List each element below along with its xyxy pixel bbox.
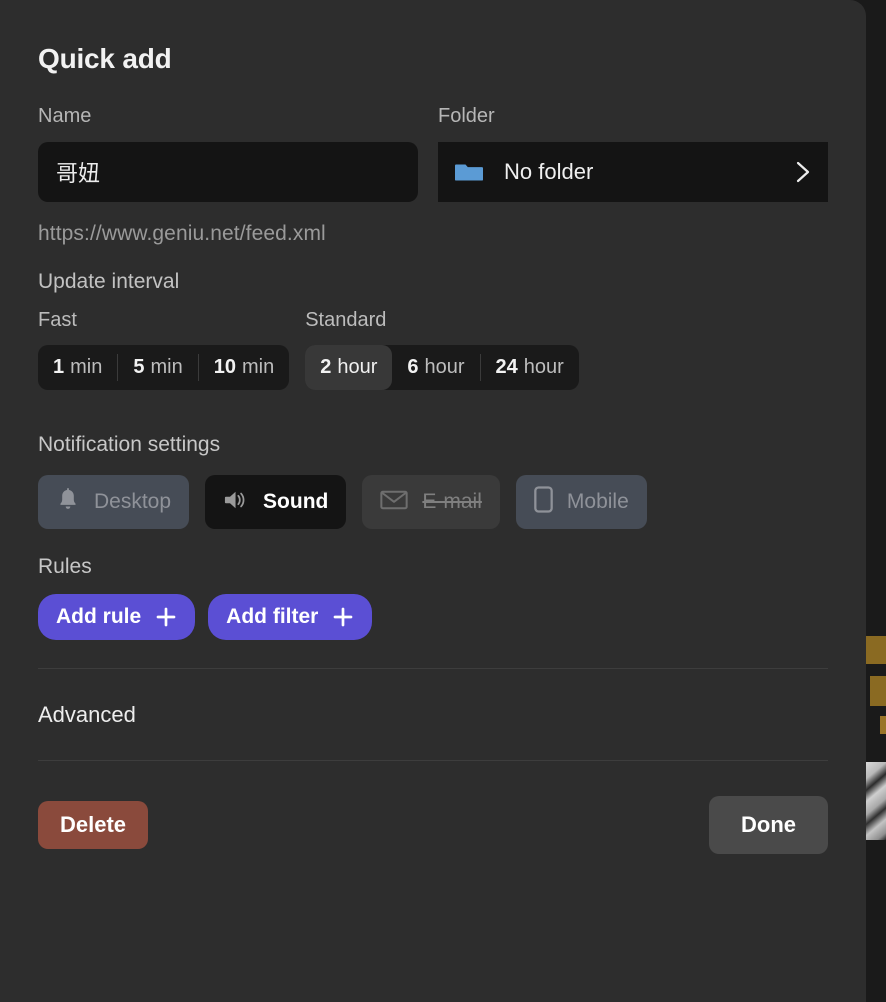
interval-unit: hour bbox=[337, 356, 378, 378]
interval-num: 5 bbox=[133, 356, 145, 378]
background-artifact bbox=[866, 636, 886, 664]
notification-label: Mobile bbox=[566, 490, 629, 513]
interval-group-standard: Standard 2 hour 6 hour 24 hour bbox=[305, 309, 579, 390]
interval-unit: min bbox=[241, 356, 275, 378]
feed-url: https://www.geniu.net/feed.xml bbox=[38, 222, 326, 245]
update-interval-label: Update interval bbox=[38, 270, 180, 293]
speaker-icon bbox=[223, 488, 249, 517]
bell-icon bbox=[56, 487, 80, 518]
chevron-right-icon bbox=[792, 159, 814, 185]
interval-unit: min bbox=[150, 356, 183, 378]
page-title: Quick add bbox=[38, 43, 172, 74]
phone-icon bbox=[534, 486, 553, 518]
notification-toggle-desktop[interactable]: Desktop bbox=[38, 475, 190, 529]
interval-unit: min bbox=[70, 356, 103, 378]
interval-num: 6 bbox=[407, 356, 419, 378]
notification-toggle-mobile[interactable]: Mobile bbox=[515, 475, 647, 529]
dialog-footer: Delete Done bbox=[38, 796, 828, 854]
name-field-group: Name bbox=[38, 105, 418, 202]
interval-segmented-standard: 2 hour 6 hour 24 hour bbox=[305, 345, 579, 390]
name-label: Name bbox=[38, 105, 92, 127]
interval-group-fast: Fast 1 min 5 min 10 min bbox=[38, 309, 290, 390]
advanced-section-toggle[interactable]: Advanced bbox=[38, 669, 828, 760]
interval-group-standard-label: Standard bbox=[305, 309, 387, 331]
interval-option-1-min[interactable]: 1 min bbox=[38, 345, 117, 390]
name-input[interactable] bbox=[38, 142, 418, 202]
add-rule-label: Add rule bbox=[56, 605, 142, 628]
background-artifact bbox=[880, 716, 886, 734]
add-filter-button[interactable]: Add filter bbox=[208, 594, 373, 640]
interval-unit: hour bbox=[523, 356, 564, 378]
background-thumbnail bbox=[866, 762, 886, 840]
name-folder-row: Name Folder No folder bbox=[38, 105, 828, 202]
plus-icon bbox=[332, 606, 354, 628]
update-interval-groups: Fast 1 min 5 min 10 min Standard 2 hour … bbox=[38, 309, 828, 390]
notification-label: E-mail bbox=[422, 490, 482, 513]
interval-option-10-min[interactable]: 10 min bbox=[199, 345, 289, 390]
interval-num: 10 bbox=[213, 356, 236, 378]
interval-num: 24 bbox=[495, 356, 518, 378]
interval-segmented-fast: 1 min 5 min 10 min bbox=[38, 345, 290, 390]
section-divider-bottom bbox=[38, 760, 828, 761]
delete-button[interactable]: Delete bbox=[38, 801, 149, 849]
notification-settings-label: Notification settings bbox=[38, 433, 221, 456]
interval-unit: hour bbox=[424, 356, 465, 378]
interval-group-fast-label: Fast bbox=[38, 309, 77, 331]
quick-add-dialog: Quick add Name Folder No folder bbox=[0, 0, 866, 1002]
rules-buttons-row: Add rule Add filter bbox=[38, 594, 828, 640]
folder-field-group: Folder No folder bbox=[438, 105, 828, 202]
interval-option-2-hour[interactable]: 2 hour bbox=[305, 345, 393, 390]
envelope-icon bbox=[380, 489, 409, 516]
notification-options-row: Desktop Sound E-mail Mobile bbox=[38, 475, 828, 529]
folder-value: No folder bbox=[504, 159, 594, 184]
notification-toggle-sound[interactable]: Sound bbox=[205, 475, 347, 529]
folder-icon bbox=[454, 157, 484, 187]
add-filter-label: Add filter bbox=[226, 605, 319, 628]
folder-label: Folder bbox=[438, 105, 495, 127]
background-artifact bbox=[870, 676, 886, 706]
notification-label: Sound bbox=[263, 490, 329, 513]
plus-icon bbox=[155, 606, 177, 628]
add-rule-button[interactable]: Add rule bbox=[38, 594, 196, 640]
interval-option-5-min[interactable]: 5 min bbox=[118, 345, 197, 390]
interval-num: 2 bbox=[320, 356, 332, 378]
interval-num: 1 bbox=[53, 356, 65, 378]
interval-option-6-hour[interactable]: 6 hour bbox=[392, 345, 479, 390]
folder-select-button[interactable]: No folder bbox=[438, 142, 828, 202]
notification-label: Desktop bbox=[94, 490, 172, 513]
done-button[interactable]: Done bbox=[709, 796, 828, 854]
notification-toggle-email[interactable]: E-mail bbox=[362, 475, 500, 529]
interval-option-24-hour[interactable]: 24 hour bbox=[481, 345, 579, 390]
rules-label: Rules bbox=[38, 555, 92, 578]
